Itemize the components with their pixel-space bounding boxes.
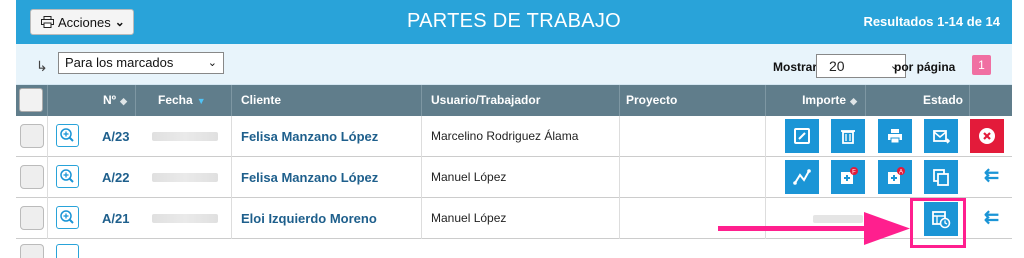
user-cell xyxy=(422,116,620,157)
user-cell xyxy=(422,198,620,239)
delete-button[interactable] xyxy=(831,119,865,153)
svg-text:F: F xyxy=(852,170,856,176)
client-cell xyxy=(232,116,422,157)
table-row: A/22 Felisa Manzano López Manuel López F… xyxy=(16,157,1012,198)
column-user[interactable]: Usuario/Trabajador xyxy=(422,85,620,116)
sort-icon: ◆ xyxy=(850,96,857,106)
zoom-button[interactable] xyxy=(56,244,79,258)
amount-redacted xyxy=(813,215,863,223)
column-client[interactable]: Cliente xyxy=(232,85,422,116)
email-icon xyxy=(933,130,951,144)
column-user-label: Usuario/Trabajador xyxy=(431,93,541,107)
workflow-button[interactable] xyxy=(785,160,819,194)
column-client-label: Cliente xyxy=(241,93,282,107)
copy-icon xyxy=(933,169,949,186)
client-cell xyxy=(232,198,422,239)
back-arrow-icon[interactable]: ⇇ xyxy=(984,207,999,228)
date-cell xyxy=(136,157,232,198)
send-email-button[interactable] xyxy=(924,119,958,153)
column-status-label: Estado xyxy=(922,93,963,107)
highlight-box xyxy=(910,198,966,248)
user-cell xyxy=(422,157,620,198)
edit-button[interactable] xyxy=(785,119,819,153)
client-cell xyxy=(232,157,422,198)
print-button[interactable] xyxy=(878,119,912,153)
annotation-arrow-shaft xyxy=(718,226,868,231)
table-row: A/21 Eloi Izquierdo Moreno Manuel López … xyxy=(16,198,1012,239)
return-arrow-icon: ↳ xyxy=(36,58,48,74)
project-cell xyxy=(620,198,766,239)
annotation-arrow-head xyxy=(864,212,910,245)
column-date-label: Fecha xyxy=(158,93,193,107)
results-count: Resultados 1-14 de 14 xyxy=(863,14,1000,29)
edit-icon xyxy=(794,128,810,144)
column-project-label: Proyecto xyxy=(626,93,678,107)
svg-text:A: A xyxy=(899,170,903,176)
back-arrow-icon[interactable]: ⇇ xyxy=(984,165,999,186)
duplicate-button[interactable] xyxy=(924,160,958,194)
column-number[interactable]: Nº ◆ xyxy=(48,85,136,116)
workflow-icon xyxy=(793,169,811,185)
mostrar-label: Mostrar xyxy=(773,60,818,74)
column-extra xyxy=(970,85,1012,116)
header-select-cell xyxy=(16,85,48,116)
zoom-icon xyxy=(60,169,74,183)
zoom-button[interactable] xyxy=(56,124,79,147)
zoom-button[interactable] xyxy=(56,206,79,229)
column-amount[interactable]: Importe ◆ xyxy=(766,85,866,116)
column-amount-label: Importe xyxy=(802,93,847,107)
per-page-label: por página xyxy=(894,60,956,74)
project-cell xyxy=(620,157,766,198)
row-number[interactable]: A/21 xyxy=(102,211,129,226)
page-size-value: 20 xyxy=(829,58,845,74)
project-cell xyxy=(620,116,766,157)
row-checkbox[interactable] xyxy=(20,165,44,189)
zoom-icon xyxy=(60,128,74,142)
zoom-icon xyxy=(60,210,74,224)
column-number-label: Nº xyxy=(103,93,117,107)
column-project[interactable]: Proyecto xyxy=(620,85,766,116)
row-checkbox[interactable] xyxy=(20,124,44,148)
table-row-partial xyxy=(16,239,1012,258)
table-row: A/23 Felisa Manzano López Marcelino Rodr… xyxy=(16,116,1012,157)
add-f-icon: F xyxy=(841,167,858,184)
zoom-button[interactable] xyxy=(56,165,79,188)
title-bar: Acciones ⌄ PARTES DE TRABAJO Resultados … xyxy=(16,0,1012,44)
trash-icon xyxy=(841,130,855,144)
row-checkbox[interactable] xyxy=(20,206,44,230)
add-invoice-a-button[interactable]: A xyxy=(878,160,912,194)
row-checkbox[interactable] xyxy=(20,244,44,258)
add-invoice-f-button[interactable]: F xyxy=(831,160,865,194)
close-icon xyxy=(979,128,995,144)
row-number[interactable]: A/23 xyxy=(102,129,129,144)
sort-icon: ◆ xyxy=(120,96,127,106)
add-a-icon: A xyxy=(888,167,905,184)
page-number-button[interactable]: 1 xyxy=(972,55,991,75)
column-date[interactable]: Fecha ▼ xyxy=(136,85,232,116)
print-icon xyxy=(888,129,902,144)
chevron-down-icon: ⌄ xyxy=(207,57,217,69)
marked-action-select[interactable]: Para los marcados ⌄ xyxy=(58,52,224,74)
marked-action-value: Para los marcados xyxy=(65,55,174,70)
date-cell xyxy=(136,198,232,239)
table-header: Nº ◆ Fecha ▼ Cliente Usuario/Trabajador Pr… xyxy=(16,85,1012,116)
column-status[interactable]: Estado xyxy=(866,85,970,116)
page-size-select[interactable]: 20 ⌄ xyxy=(816,54,906,78)
row-number[interactable]: A/22 xyxy=(102,170,129,185)
select-all-checkbox[interactable] xyxy=(19,88,43,112)
filter-bar: ↳ Para los marcados ⌄ Mostrar 20 ⌄ por p… xyxy=(16,44,1012,85)
date-cell xyxy=(136,116,232,157)
close-button[interactable] xyxy=(970,119,1004,153)
sort-desc-icon: ▼ xyxy=(196,96,206,106)
